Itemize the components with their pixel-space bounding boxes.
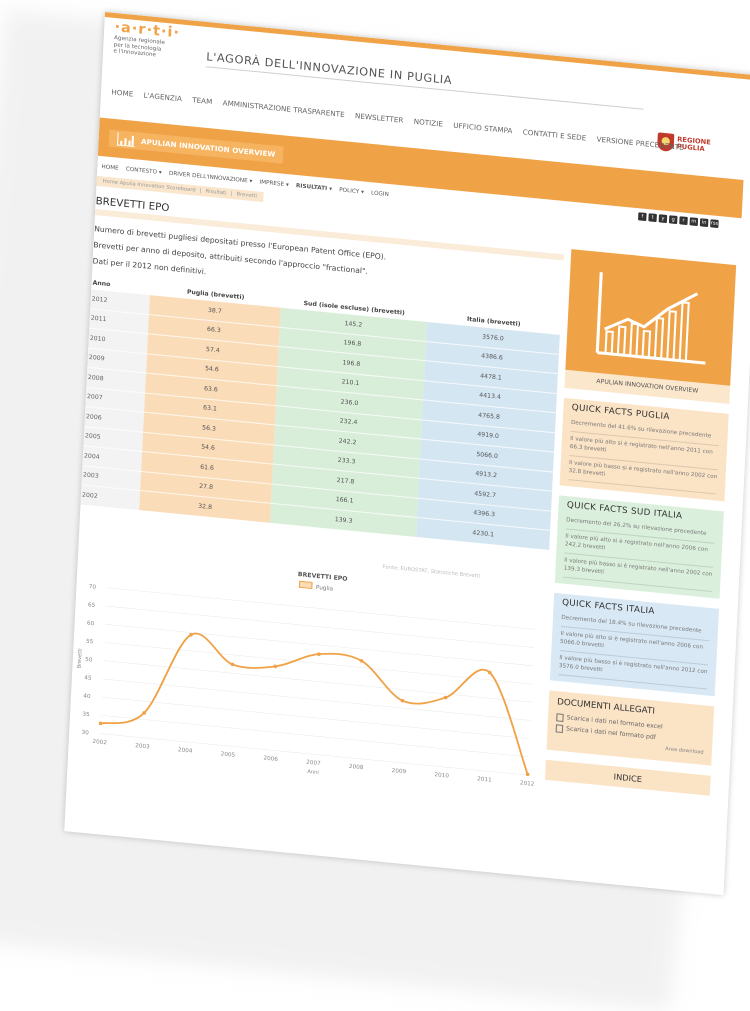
x-tick-label: 2008 <box>349 764 364 771</box>
mail-icon[interactable]: m <box>689 217 699 227</box>
download-icon <box>555 723 564 733</box>
nav-amministrazione[interactable]: AMMINISTRAZIONE TRASPARENTE <box>222 99 344 119</box>
chart-title: BREVETTI EPO <box>298 571 348 583</box>
y-tick-label: 60 <box>87 621 95 628</box>
x-tick-label: 2010 <box>434 772 449 779</box>
y-tick-label: 65 <box>88 602 96 609</box>
x-tick-label: 2012 <box>520 780 535 787</box>
overview-graphic[interactable] <box>565 249 737 386</box>
subnav-imprese[interactable]: IMPRESE ▾ <box>259 179 289 188</box>
nav-notizie[interactable]: NOTIZIE <box>413 118 443 129</box>
y-tick-label: 30 <box>81 730 89 737</box>
subnav-policy[interactable]: POLICY ▾ <box>339 187 364 195</box>
breadcrumb-current: Brevetti <box>236 191 258 200</box>
subnav-login[interactable]: LOGIN <box>371 190 389 198</box>
flickr-icon[interactable]: r <box>679 216 688 226</box>
twitter-icon[interactable]: t <box>648 213 657 223</box>
nav-home[interactable]: HOME <box>111 88 133 98</box>
youtube-icon[interactable]: y <box>658 214 668 224</box>
x-tick-label: 2011 <box>477 776 492 783</box>
x-tick-label: 2002 <box>92 739 107 746</box>
y-tick-label: 55 <box>86 639 94 646</box>
rss-icon[interactable]: rss <box>710 219 719 229</box>
x-tick-label: 2003 <box>135 743 150 750</box>
table-body: 2012 38.7 145.2 3576.0 2011 66.3 196.8 4386.6 20… <box>80 289 560 550</box>
y-tick-label: 35 <box>82 712 90 719</box>
google-plus-icon[interactable]: g <box>668 215 678 225</box>
trend-chart-icon <box>595 272 706 365</box>
chart-container: BREVETTI EPO Puglia 30 35 40 45 50 55 60 65 70 2002… <box>68 545 547 797</box>
subnav-contesto[interactable]: CONTESTO ▾ <box>126 167 162 177</box>
gridline <box>107 587 535 630</box>
legend-swatch <box>298 580 313 590</box>
gridline <box>101 715 529 758</box>
subnav-risultati[interactable]: RISULTATI ▾ <box>296 183 332 193</box>
linkedin-icon[interactable]: in <box>699 218 709 228</box>
x-tick-label: 2006 <box>263 756 278 763</box>
y-tick-label: 45 <box>84 675 92 682</box>
x-tick-label: 2004 <box>178 747 193 754</box>
banner-text: APULIAN INNOVATION OVERVIEW <box>140 137 276 159</box>
nav-agenzia[interactable]: L'AGENZIA <box>143 92 182 104</box>
y-axis-label: Brevetti <box>77 648 84 668</box>
site-title: L'AGORÀ DELL'INNOVAZIONE IN PUGLIA <box>205 50 453 88</box>
patents-table: Anno Puglia (brevetti) Sud (isole esclus… <box>80 275 560 550</box>
quick-facts-puglia: QUICK FACTS PUGLIA Decremento del 41.6% … <box>559 397 729 502</box>
gridline <box>105 623 534 667</box>
breadcrumb-risultati[interactable]: Risultati <box>205 188 226 196</box>
webpage-printout: ·a·r·t·i· Agenzia regionale per la tecno… <box>64 12 750 896</box>
download-icon <box>556 712 564 722</box>
facebook-icon[interactable]: f <box>638 212 647 222</box>
indice-box[interactable]: INDICE <box>544 759 711 796</box>
subnav-driver[interactable]: DRIVER DELL'INNOVAZIONE ▾ <box>169 171 253 185</box>
y-tick-label: 40 <box>83 693 91 700</box>
nav-contatti[interactable]: CONTATTI E SEDE <box>523 128 587 142</box>
x-tick-label: 2009 <box>392 768 407 775</box>
x-axis-label: Anni <box>307 769 319 776</box>
y-tick-label: 70 <box>89 584 97 591</box>
gridline <box>103 660 532 703</box>
gridline <box>106 605 534 648</box>
breadcrumb-sep: | <box>199 187 202 195</box>
quick-facts-sud: QUICK FACTS SUD ITALIA Decremento del 26… <box>554 495 724 599</box>
quick-facts-italia: QUICK FACTS ITALIA Decremento del 18.4% … <box>549 592 720 697</box>
data-point <box>98 721 103 726</box>
nav-ufficio-stampa[interactable]: UFFICIO STAMPA <box>453 122 513 136</box>
sidebar: APULIAN INNOVATION OVERVIEW QUICK FACTS … <box>544 249 737 796</box>
breadcrumb-sep: | <box>230 190 233 198</box>
y-tick-label: 50 <box>85 657 93 664</box>
legend-label: Puglia <box>316 585 333 593</box>
data-point <box>317 652 321 656</box>
x-tick-label: 2005 <box>221 751 236 758</box>
arti-logo[interactable]: ·a·r·t·i· Agenzia regionale per la tecno… <box>113 19 187 62</box>
gridline <box>102 678 531 721</box>
nav-team[interactable]: TEAM <box>192 96 213 106</box>
x-tick-label: 2007 <box>306 760 321 767</box>
banner-label[interactable]: APULIAN INNOVATION OVERVIEW <box>108 129 285 164</box>
data-point <box>273 664 278 669</box>
line-chart: BREVETTI EPO Puglia 30 35 40 45 50 55 60 65 70 2002… <box>77 571 535 788</box>
documents-box: DOCUMENTI ALLEGATI Scarica i dati nel fo… <box>546 690 715 766</box>
subnav-home[interactable]: HOME <box>101 164 118 172</box>
chart-icon <box>116 132 136 148</box>
gridline <box>101 696 530 739</box>
nav-newsletter[interactable]: NEWSLETTER <box>355 112 404 125</box>
